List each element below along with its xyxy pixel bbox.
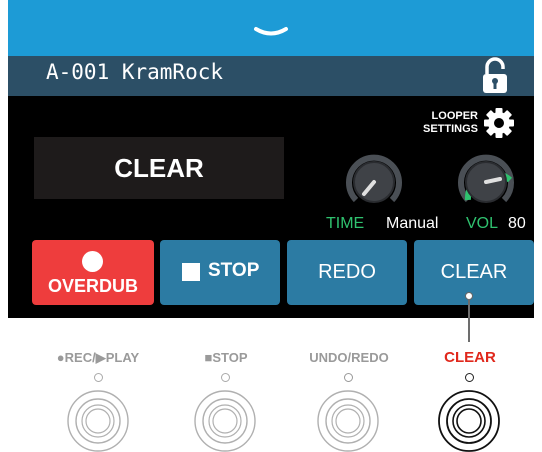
volume-knob[interactable] — [454, 150, 518, 214]
status-display-text: CLEAR — [114, 153, 204, 183]
lock-icon[interactable] — [478, 56, 512, 96]
time-knob[interactable] — [342, 150, 406, 214]
footswitch-stop[interactable] — [193, 385, 257, 452]
led-stop — [221, 373, 230, 382]
patch-name[interactable]: A-001 KramRock — [46, 60, 223, 84]
time-value: Manual — [386, 215, 439, 232]
footswitch-rec-play[interactable] — [66, 385, 130, 452]
looper-settings-line2: SETTINGS — [422, 123, 478, 135]
led-undo-redo — [344, 373, 353, 382]
pedal-label-rec-play: ●REC/▶PLAY — [56, 350, 140, 365]
looper-settings-line1: LOOPER — [431, 110, 478, 122]
stop-button[interactable]: STOP — [160, 240, 280, 305]
footswitch-undo-redo[interactable] — [316, 385, 380, 452]
pedal-label-clear: CLEAR — [444, 349, 496, 366]
redo-label: REDO — [318, 261, 376, 283]
clear-label: CLEAR — [440, 261, 508, 283]
time-label: TIME — [326, 215, 365, 232]
record-icon — [82, 251, 103, 272]
looper-settings-label[interactable]: LOOPER SETTINGS — [400, 110, 478, 136]
pedal-label-stop: ■STOP — [204, 350, 248, 365]
volume-value: 80 — [508, 215, 526, 232]
top-bar[interactable] — [8, 0, 534, 56]
stop-icon — [182, 263, 200, 281]
volume-label: VOL — [466, 215, 499, 232]
pedal-label-undo-redo: UNDO/REDO — [309, 350, 389, 365]
stop-label: STOP — [208, 260, 260, 281]
overdub-label: OVERDUB — [47, 276, 138, 296]
footswitch-clear[interactable] — [437, 385, 501, 452]
looper-screen: A-001 KramRock LOOPER SETTINGS CLEAR TIM… — [8, 0, 534, 318]
led-rec-play — [94, 373, 103, 382]
overdub-button[interactable]: OVERDUB — [32, 240, 154, 305]
led-clear — [465, 373, 474, 382]
chevron-down-icon[interactable] — [253, 26, 289, 40]
clear-connector-line — [465, 292, 473, 342]
redo-button[interactable]: REDO — [287, 240, 407, 305]
gear-icon[interactable] — [482, 106, 516, 140]
